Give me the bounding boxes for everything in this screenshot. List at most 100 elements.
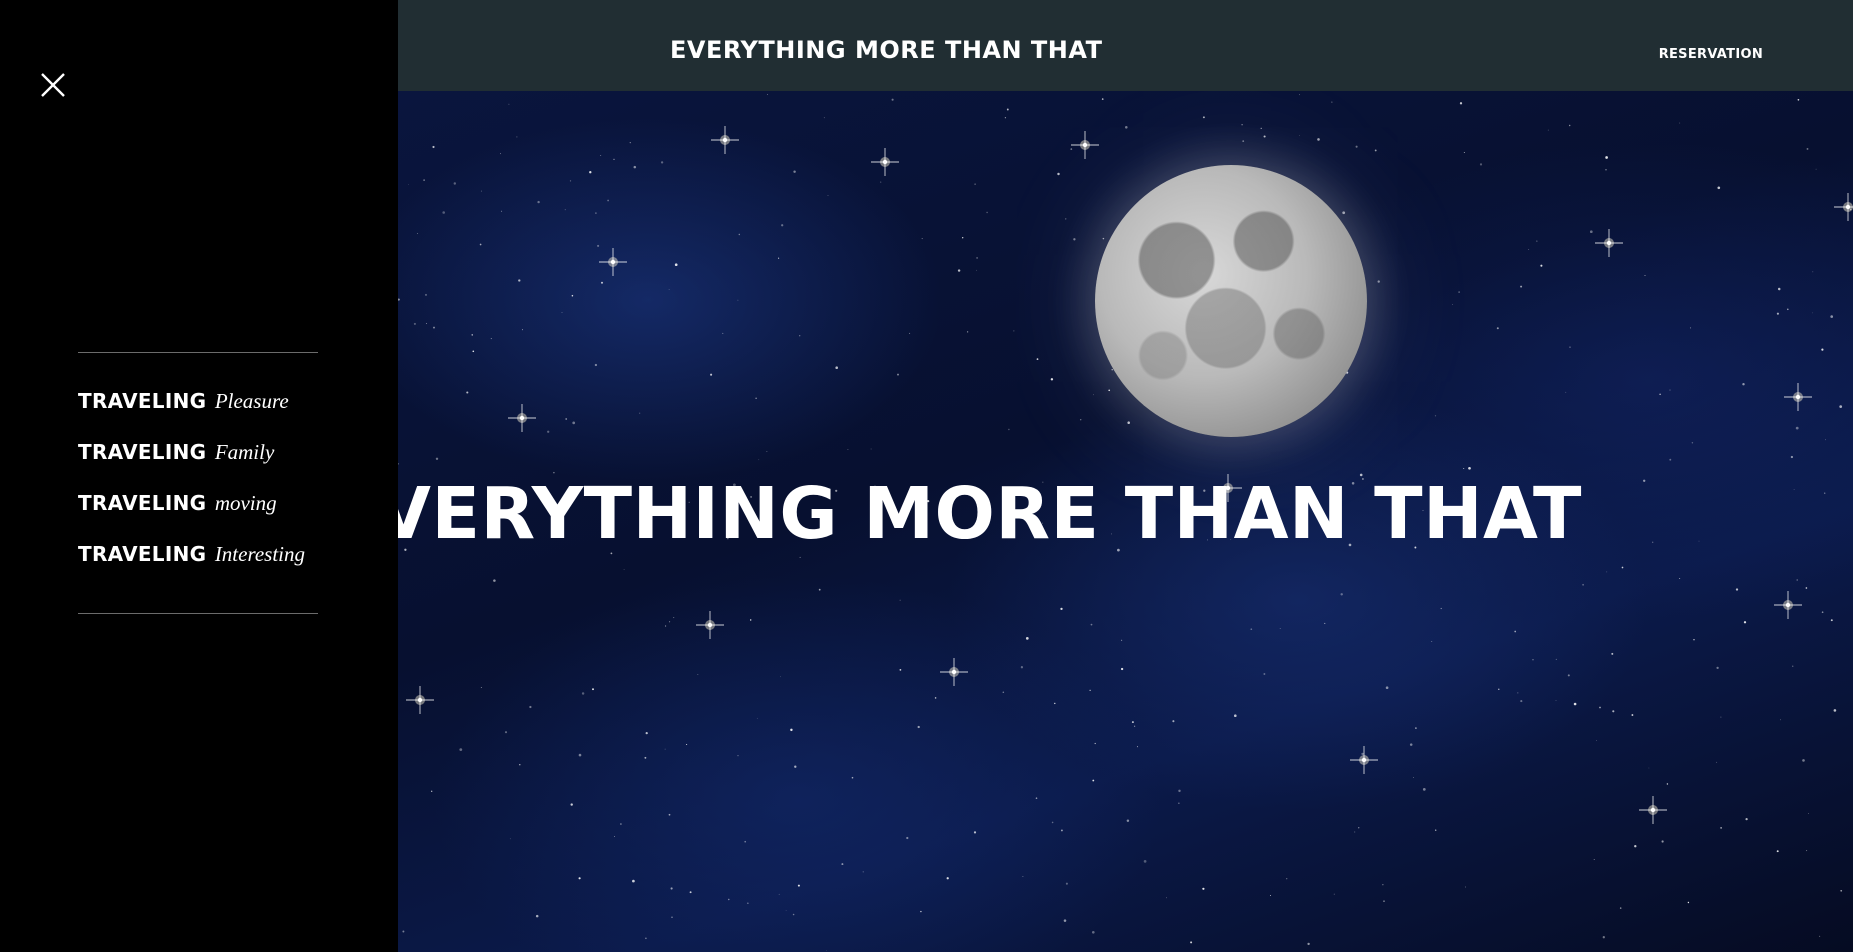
star (749, 619, 752, 621)
star (1108, 389, 1111, 392)
star (433, 326, 435, 329)
star (738, 233, 741, 236)
star (1565, 391, 1567, 393)
star (841, 863, 844, 866)
menu-item-moving[interactable]: TRAVELING moving (78, 483, 318, 534)
star (1599, 706, 1601, 709)
star (435, 457, 439, 460)
star (500, 153, 501, 155)
star (1307, 942, 1310, 946)
menu-item-sublabel: moving (214, 491, 277, 515)
star (1520, 700, 1523, 703)
star (629, 141, 631, 144)
star (1669, 389, 1671, 391)
star (1324, 622, 1326, 624)
star (899, 599, 901, 601)
star (973, 831, 977, 834)
star (755, 397, 757, 399)
star (432, 145, 435, 149)
star (1342, 211, 1346, 215)
star (1605, 169, 1607, 171)
star (1602, 936, 1605, 939)
bright-star (508, 404, 536, 432)
star (1260, 127, 1262, 129)
menu-item-sublabel: Pleasure (214, 389, 289, 413)
star (728, 898, 730, 901)
star (417, 233, 419, 235)
star (519, 764, 521, 766)
star (1691, 442, 1694, 444)
star (891, 98, 894, 101)
star (1035, 797, 1038, 799)
star (644, 756, 647, 759)
star (1101, 98, 1104, 100)
star (1606, 571, 1608, 573)
star (793, 170, 796, 173)
close-icon[interactable] (38, 70, 68, 100)
star (504, 731, 508, 734)
star (1582, 583, 1584, 586)
star (471, 334, 473, 336)
star (578, 877, 581, 880)
star (1812, 312, 1814, 314)
star (1776, 312, 1779, 315)
star (1006, 108, 1009, 111)
star (1089, 689, 1091, 691)
star (645, 937, 647, 940)
star (1279, 628, 1281, 629)
bright-star (696, 611, 724, 639)
star (1520, 285, 1523, 288)
star (1020, 666, 1024, 669)
star (1340, 593, 1343, 596)
star (1102, 237, 1105, 240)
star (1060, 829, 1063, 832)
hero-title: VERYTHING MORE THAN THAT (398, 472, 1582, 555)
star (1528, 249, 1530, 250)
star (1806, 147, 1809, 150)
star (1178, 789, 1181, 793)
star (1593, 859, 1595, 860)
star (1354, 831, 1356, 833)
site-title[interactable]: EVERYTHING MORE THAN THAT (670, 36, 1102, 64)
star (673, 617, 675, 619)
star (870, 448, 872, 450)
star (570, 803, 573, 806)
star (1299, 135, 1300, 137)
menu-item-interesting[interactable]: TRAVELING Interesting (78, 534, 318, 585)
moon-image (1095, 165, 1367, 437)
star (1644, 275, 1646, 277)
star (1133, 725, 1136, 727)
star (426, 323, 427, 325)
star (737, 299, 739, 301)
star (597, 244, 600, 247)
star (1567, 674, 1570, 677)
menu-item-pleasure[interactable]: TRAVELING Pleasure (78, 381, 318, 432)
star (565, 418, 568, 420)
star (1679, 122, 1681, 124)
star (1742, 382, 1745, 386)
star (1790, 455, 1794, 459)
star (1720, 716, 1722, 718)
star (1589, 230, 1593, 234)
star (1743, 621, 1747, 624)
star (1596, 740, 1597, 741)
star (1434, 415, 1437, 417)
star (423, 179, 425, 181)
star (581, 692, 585, 695)
menu-item-sublabel: Interesting (214, 542, 306, 566)
star (1178, 802, 1180, 804)
menu-item-family[interactable]: TRAVELING Family (78, 432, 318, 483)
reservation-link[interactable]: RESERVATION (1659, 47, 1763, 62)
star (1355, 145, 1358, 148)
star (1270, 895, 1272, 896)
star (1125, 126, 1128, 129)
star (934, 697, 937, 699)
star (1143, 860, 1147, 863)
star (572, 421, 576, 425)
star (1250, 628, 1253, 631)
star (1241, 123, 1243, 126)
star (1793, 489, 1795, 491)
star (398, 298, 400, 301)
star (1819, 935, 1821, 937)
star (1286, 878, 1288, 880)
